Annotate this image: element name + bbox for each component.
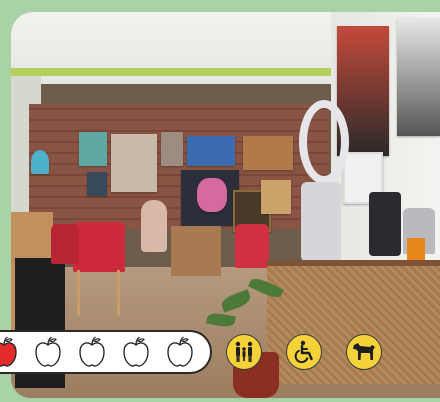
painting bbox=[87, 172, 107, 196]
painting bbox=[79, 132, 107, 166]
apple-icon-empty bbox=[164, 336, 196, 368]
painting bbox=[261, 180, 291, 214]
easel bbox=[171, 226, 221, 276]
painting bbox=[397, 18, 440, 136]
apple-icon-filled bbox=[0, 336, 20, 368]
coffee-machine bbox=[369, 192, 401, 256]
fan-base bbox=[301, 182, 341, 262]
painting bbox=[31, 150, 49, 174]
painting bbox=[111, 134, 157, 192]
chair-leg bbox=[77, 270, 80, 316]
painting bbox=[197, 178, 227, 212]
apple-icon-empty bbox=[76, 336, 108, 368]
red-chair bbox=[235, 224, 269, 268]
red-chair bbox=[73, 222, 125, 272]
red-chair bbox=[51, 224, 79, 264]
painting bbox=[243, 136, 293, 170]
person bbox=[141, 200, 167, 252]
orange-drink bbox=[407, 238, 425, 260]
apple-icon-empty bbox=[120, 336, 152, 368]
ceiling-beam bbox=[11, 68, 351, 76]
family-icon bbox=[226, 334, 262, 370]
apple-icon-empty bbox=[32, 336, 64, 368]
painting bbox=[161, 132, 183, 166]
bladeless-fan bbox=[299, 100, 349, 184]
wheelchair-icon bbox=[286, 334, 322, 370]
chair-leg bbox=[117, 270, 120, 316]
dog-icon bbox=[346, 334, 382, 370]
painting bbox=[187, 136, 235, 166]
apple-rating bbox=[0, 330, 212, 374]
